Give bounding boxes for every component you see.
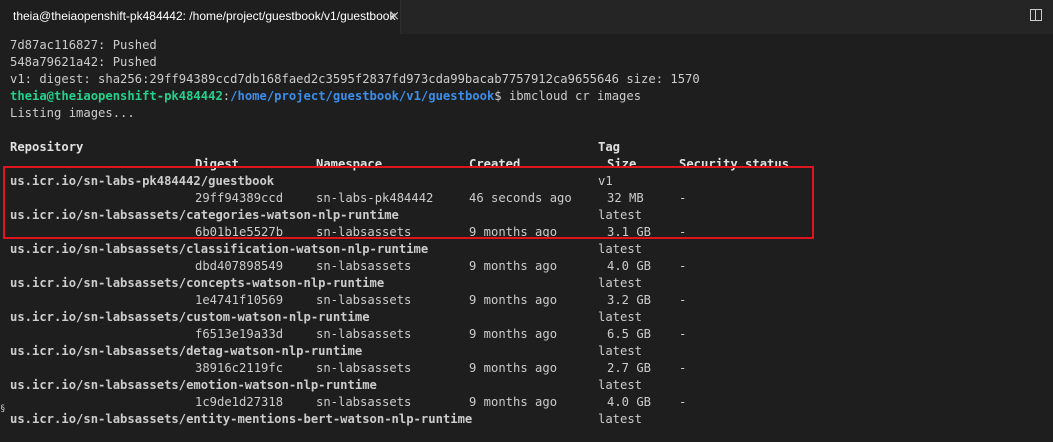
tab-bar: theia@theiaopenshift-pk484442: /home/pro…: [0, 0, 1053, 34]
image-security: -: [679, 361, 687, 375]
image-security: -: [679, 327, 687, 341]
push-line-2: 548a79621a42: Pushed: [10, 55, 157, 69]
image-size: 6.5 GB: [607, 327, 652, 341]
image-security: -: [679, 293, 687, 307]
image-namespace: sn-labsassets: [316, 361, 412, 375]
repository-name: us.icr.io/sn-labsassets/emotion-watson-n…: [10, 378, 377, 392]
image-created: 9 months ago: [469, 361, 558, 375]
image-tag: latest: [598, 412, 643, 426]
image-tag: latest: [598, 310, 643, 324]
listing-line: Listing images...: [10, 106, 135, 120]
image-tag: latest: [598, 344, 643, 358]
digest-line: v1: digest: sha256:29ff94389ccd7db168fae…: [10, 72, 700, 86]
image-tag: latest: [598, 378, 643, 392]
repository-name: us.icr.io/sn-labsassets/detag-watson-nlp…: [10, 344, 363, 358]
edge-mark: §: [0, 404, 6, 414]
image-size: 2.7 GB: [607, 361, 652, 375]
image-digest: f6513e19a33d: [195, 327, 284, 341]
header-tag: Tag: [598, 140, 621, 154]
repository-name: us.icr.io/sn-labsassets/classification-w…: [10, 242, 429, 256]
image-digest: dbd407898549: [195, 259, 284, 273]
repository-name: us.icr.io/sn-labsassets/custom-watson-nl…: [10, 310, 370, 324]
push-line-1: 7d87ac116827: Pushed: [10, 38, 157, 52]
terminal-tab[interactable]: theia@theiaopenshift-pk484442: /home/pro…: [0, 0, 401, 34]
image-created: 9 months ago: [469, 259, 558, 273]
prompt-path: /home/project/guestbook/v1/guestbook: [230, 89, 495, 103]
image-security: -: [679, 259, 687, 273]
image-namespace: sn-labsassets: [316, 395, 412, 409]
image-size: 4.0 GB: [607, 259, 652, 273]
image-created: 9 months ago: [469, 395, 558, 409]
image-created: 9 months ago: [469, 293, 558, 307]
image-size: 4.0 GB: [607, 395, 652, 409]
image-namespace: sn-labsassets: [316, 293, 412, 307]
prompt-command: $ ibmcloud cr images: [494, 89, 642, 103]
image-digest: 1e4741f10569: [195, 293, 284, 307]
image-digest: 1c9de1d27318: [195, 395, 284, 409]
prompt-user: theia@theiaopenshift-pk484442: [10, 89, 223, 103]
repository-name: us.icr.io/sn-labsassets/concepts-watson-…: [10, 276, 385, 290]
image-namespace: sn-labsassets: [316, 327, 412, 341]
image-size: 3.2 GB: [607, 293, 652, 307]
close-icon[interactable]: ×: [389, 9, 400, 24]
prompt-line: theia@theiaopenshift-pk484442:/home/proj…: [10, 88, 641, 105]
repository-name: us.icr.io/sn-labsassets/entity-mentions-…: [10, 412, 473, 426]
image-digest: 38916c2119fc: [195, 361, 284, 375]
header-repository: Repository: [10, 140, 84, 154]
image-created: 9 months ago: [469, 327, 558, 341]
tab-title: theia@theiaopenshift-pk484442: /home/pro…: [13, 9, 396, 23]
image-namespace: sn-labsassets: [316, 259, 412, 273]
highlight-box: [3, 166, 814, 239]
split-editor-icon[interactable]: [1030, 9, 1042, 21]
image-tag: latest: [598, 242, 643, 256]
image-security: -: [679, 395, 687, 409]
image-tag: latest: [598, 276, 643, 290]
terminal-output[interactable]: 7d87ac116827: Pushed 548a79621a42: Pushe…: [0, 34, 1053, 442]
